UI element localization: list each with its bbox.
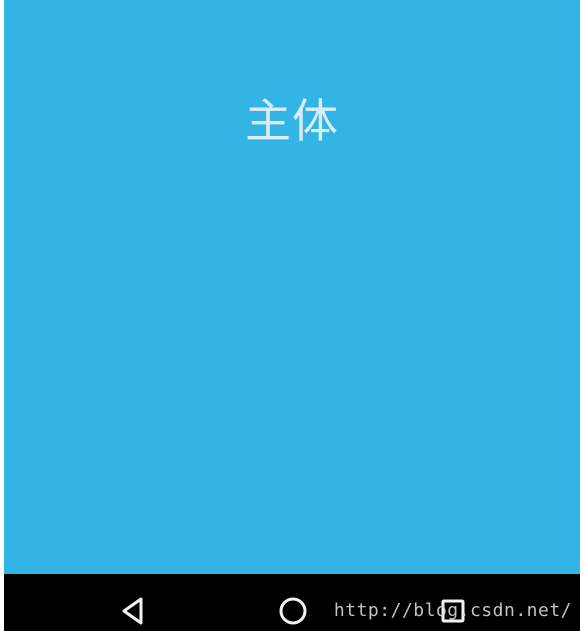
back-icon [116, 594, 150, 628]
main-content-area: 主体 [4, 0, 580, 574]
main-title: 主体 [245, 94, 339, 148]
home-icon [276, 594, 310, 628]
back-button[interactable] [116, 594, 150, 628]
watermark-text: http://blog.csdn.net/ [333, 600, 572, 621]
phone-screen: 主体 http://blog.csdn.net/ [0, 0, 584, 631]
home-button[interactable] [276, 594, 310, 628]
